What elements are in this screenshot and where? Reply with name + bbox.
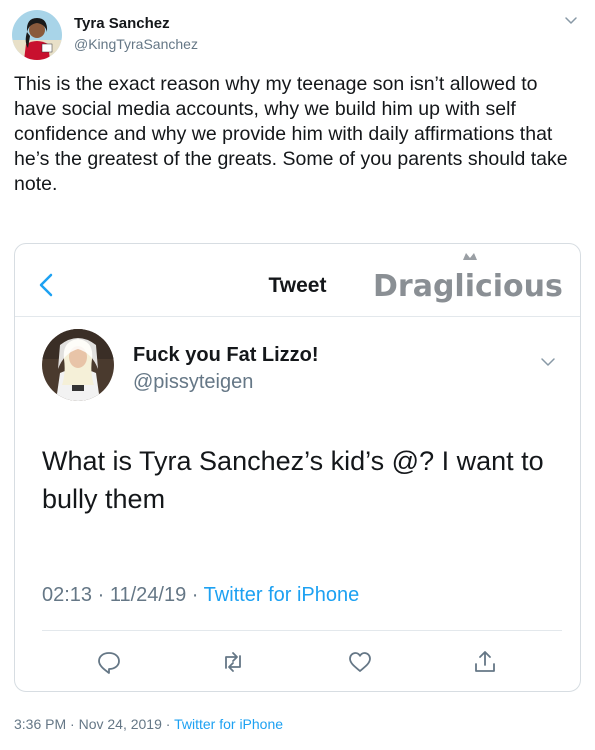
- share-icon[interactable]: [471, 648, 499, 676]
- author-handle[interactable]: @KingTyraSanchez: [74, 36, 198, 52]
- avatar-illustration: [12, 10, 62, 60]
- reply-icon[interactable]: [95, 648, 123, 676]
- embedded-author-handle[interactable]: @pissyteigen: [133, 371, 253, 394]
- svg-text:Draglicious: Draglicious: [373, 269, 563, 304]
- embedded-author-avatar[interactable]: [42, 329, 114, 401]
- like-icon[interactable]: [346, 648, 374, 676]
- retweet-icon[interactable]: [219, 648, 247, 676]
- divider: [42, 630, 562, 631]
- embedded-author-name[interactable]: Fuck you Fat Lizzo!: [133, 344, 319, 367]
- embedded-source-link[interactable]: Twitter for iPhone: [204, 584, 360, 606]
- chevron-down-icon[interactable]: [539, 352, 557, 370]
- embedded-time: 02:13: [42, 584, 93, 606]
- tweet-date: Nov 24, 2019: [78, 716, 162, 732]
- embedded-tweet-text: What is Tyra Sanchez’s kid’s @? I want t…: [42, 446, 544, 514]
- author-name[interactable]: Tyra Sanchez: [74, 15, 170, 32]
- tweet-text: This is the exact reason why my teenage …: [14, 73, 568, 195]
- tweet-source-link[interactable]: Twitter for iPhone: [174, 716, 283, 732]
- embedded-date: 11/24/19: [109, 584, 187, 606]
- embedded-tweet-screenshot[interactable]: Tweet Draglicious Fuck you Fat Lizzo! @p…: [14, 243, 581, 692]
- avatar-photo: [42, 329, 114, 401]
- embedded-nav-bar: Tweet Draglicious: [15, 244, 580, 317]
- tweet-meta: 3:36 PM · Nov 24, 2019 · Twitter for iPh…: [14, 716, 284, 732]
- draglicious-watermark-logo: Draglicious: [373, 253, 563, 304]
- tweet-time: 3:36 PM: [14, 716, 67, 732]
- chevron-down-icon[interactable]: [563, 12, 579, 28]
- embedded-tweet-meta: 02:13 · 11/24/19 · Twitter for iPhone: [42, 584, 360, 606]
- author-avatar[interactable]: [12, 10, 62, 60]
- action-bar: [15, 644, 580, 680]
- tweet-header: Tyra Sanchez @KingTyraSanchez: [12, 10, 583, 62]
